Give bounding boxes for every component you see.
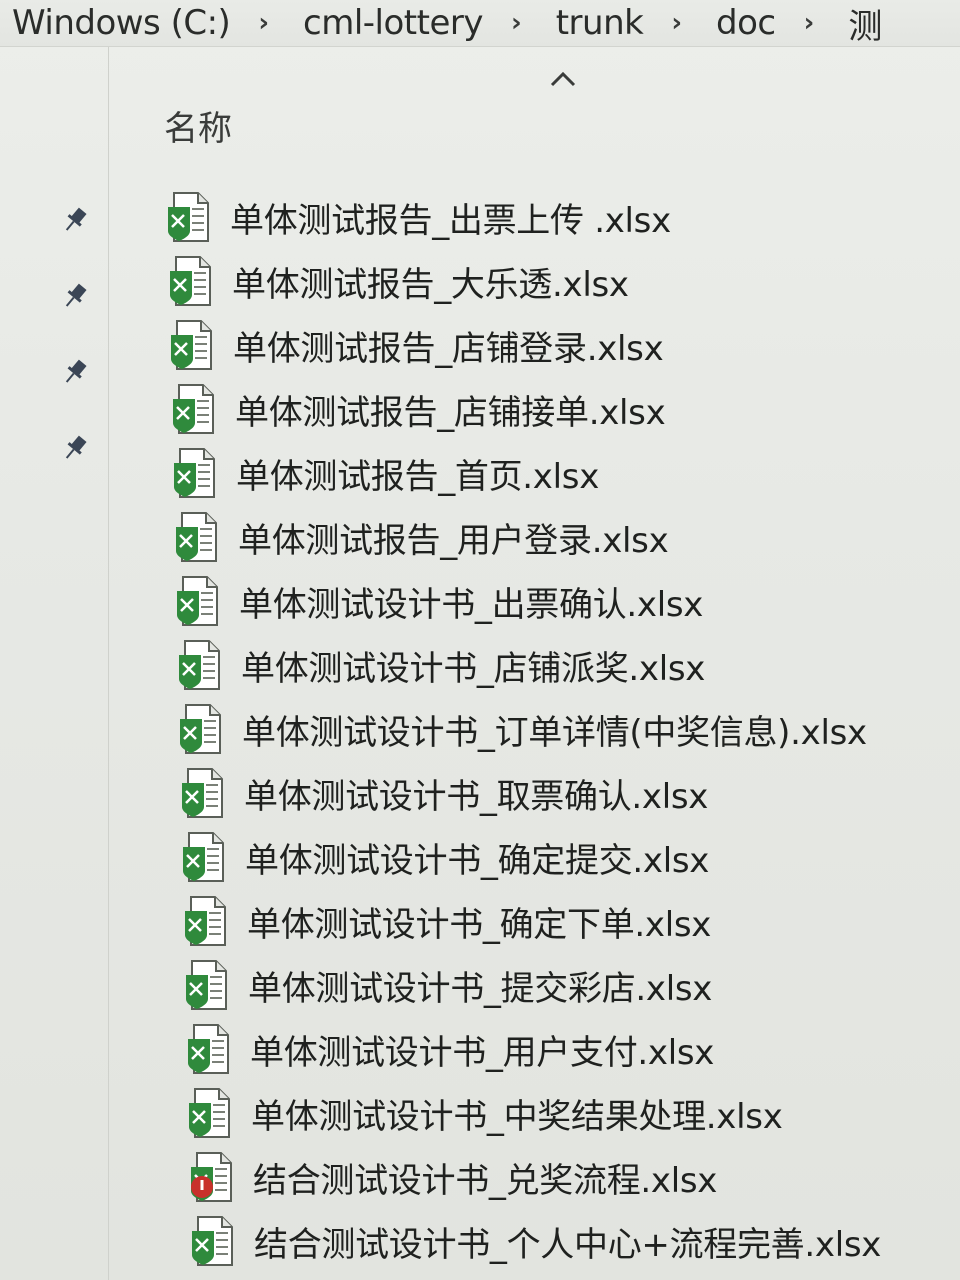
file-row[interactable]: 结合测试设计书_兑奖流程.xlsx	[110, 1145, 960, 1209]
file-name: 结合测试设计书_兑奖流程.xlsx	[253, 1160, 718, 1201]
file-list: 单体测试报告_出票上传 .xlsx 单体测试报告_大乐透.xlsx 单体测试报告_店…	[110, 185, 960, 1273]
excel-file-icon	[183, 832, 224, 882]
file-name: 单体测试设计书_中奖结果处理.xlsx	[251, 1096, 783, 1137]
file-name: 单体测试报告_用户登录.xlsx	[238, 520, 669, 561]
file-row[interactable]: 单体测试设计书_提交彩店.xlsx	[110, 953, 960, 1017]
sort-ascending-icon[interactable]	[548, 69, 578, 89]
file-row[interactable]: 单体测试设计书_确定下单.xlsx	[110, 889, 960, 953]
breadcrumb-item-project[interactable]: cml-lottery	[291, 3, 489, 43]
file-row[interactable]: 单体测试设计书_确定提交.xlsx	[110, 825, 960, 889]
excel-file-icon	[192, 1216, 233, 1266]
pin-icon[interactable]	[60, 205, 90, 235]
file-name: 单体测试报告_大乐透.xlsx	[232, 264, 629, 305]
excel-file-icon	[186, 960, 227, 1010]
file-explorer-window: Windows (C:) › cml-lottery › trunk › doc…	[0, 0, 960, 1280]
excel-file-icon	[180, 704, 221, 754]
navigation-pane	[0, 47, 109, 1280]
file-row[interactable]: 结合测试设计书_个人中心+流程完善.xlsx	[110, 1209, 960, 1273]
excel-file-icon	[171, 320, 212, 370]
excel-file-icon	[179, 640, 220, 690]
file-name: 单体测试设计书_店铺派奖.xlsx	[241, 648, 706, 689]
excel-file-icon	[182, 768, 223, 818]
file-row[interactable]: 单体测试设计书_出票确认.xlsx	[110, 569, 960, 633]
breadcrumb-item-current[interactable]: 测	[836, 0, 888, 47]
excel-file-icon	[176, 512, 217, 562]
file-name: 单体测试设计书_用户支付.xlsx	[250, 1032, 715, 1073]
file-name: 单体测试设计书_确定提交.xlsx	[245, 840, 710, 881]
column-name-header[interactable]: 名称	[164, 101, 232, 150]
excel-file-icon	[185, 896, 226, 946]
breadcrumb: Windows (C:) › cml-lottery › trunk › doc…	[0, 0, 960, 47]
chevron-right-icon[interactable]: ›	[489, 8, 544, 38]
file-row[interactable]: 单体测试设计书_用户支付.xlsx	[110, 1017, 960, 1081]
file-row[interactable]: 单体测试报告_店铺登录.xlsx	[110, 313, 960, 377]
chevron-right-icon[interactable]: ›	[649, 8, 704, 38]
chevron-right-icon[interactable]: ›	[236, 8, 291, 38]
file-row[interactable]: 单体测试设计书_取票确认.xlsx	[110, 761, 960, 825]
file-name: 单体测试设计书_提交彩店.xlsx	[248, 968, 713, 1009]
file-row[interactable]: 单体测试设计书_店铺派奖.xlsx	[110, 633, 960, 697]
excel-file-icon	[174, 448, 215, 498]
file-name: 单体测试报告_出票上传 .xlsx	[230, 200, 671, 241]
excel-file-icon	[191, 1152, 232, 1202]
file-row[interactable]: 单体测试报告_出票上传 .xlsx	[110, 185, 960, 249]
file-name: 单体测试报告_店铺接单.xlsx	[235, 392, 666, 433]
file-row[interactable]: 单体测试报告_用户登录.xlsx	[110, 505, 960, 569]
pin-icon[interactable]	[60, 357, 90, 387]
file-name: 结合测试设计书_个人中心+流程完善.xlsx	[254, 1224, 882, 1265]
chevron-right-icon[interactable]: ›	[782, 8, 837, 38]
file-row[interactable]: 单体测试报告_大乐透.xlsx	[110, 249, 960, 313]
file-row[interactable]: 单体测试报告_店铺接单.xlsx	[110, 377, 960, 441]
pin-icon[interactable]	[60, 433, 90, 463]
file-name: 单体测试报告_首页.xlsx	[236, 456, 600, 497]
file-row[interactable]: 单体测试设计书_订单详情(中奖信息).xlsx	[110, 697, 960, 761]
file-name: 单体测试设计书_确定下单.xlsx	[247, 904, 712, 945]
file-name: 单体测试报告_店铺登录.xlsx	[233, 328, 664, 369]
file-name: 单体测试设计书_出票确认.xlsx	[239, 584, 704, 625]
file-row[interactable]: 单体测试设计书_中奖结果处理.xlsx	[110, 1081, 960, 1145]
file-name: 单体测试设计书_取票确认.xlsx	[244, 776, 709, 817]
breadcrumb-item-drive[interactable]: Windows (C:)	[0, 3, 236, 43]
excel-file-icon	[177, 576, 218, 626]
file-name: 单体测试设计书_订单详情(中奖信息).xlsx	[242, 712, 867, 753]
pin-icon[interactable]	[60, 281, 90, 311]
column-header: 名称	[110, 47, 960, 167]
excel-file-icon	[168, 192, 209, 242]
breadcrumb-item-trunk[interactable]: trunk	[544, 3, 650, 43]
excel-file-icon	[188, 1024, 229, 1074]
excel-file-icon	[170, 256, 211, 306]
breadcrumb-item-doc[interactable]: doc	[704, 3, 782, 43]
excel-file-icon	[173, 384, 214, 434]
file-row[interactable]: 单体测试报告_首页.xlsx	[110, 441, 960, 505]
excel-file-icon	[189, 1088, 230, 1138]
